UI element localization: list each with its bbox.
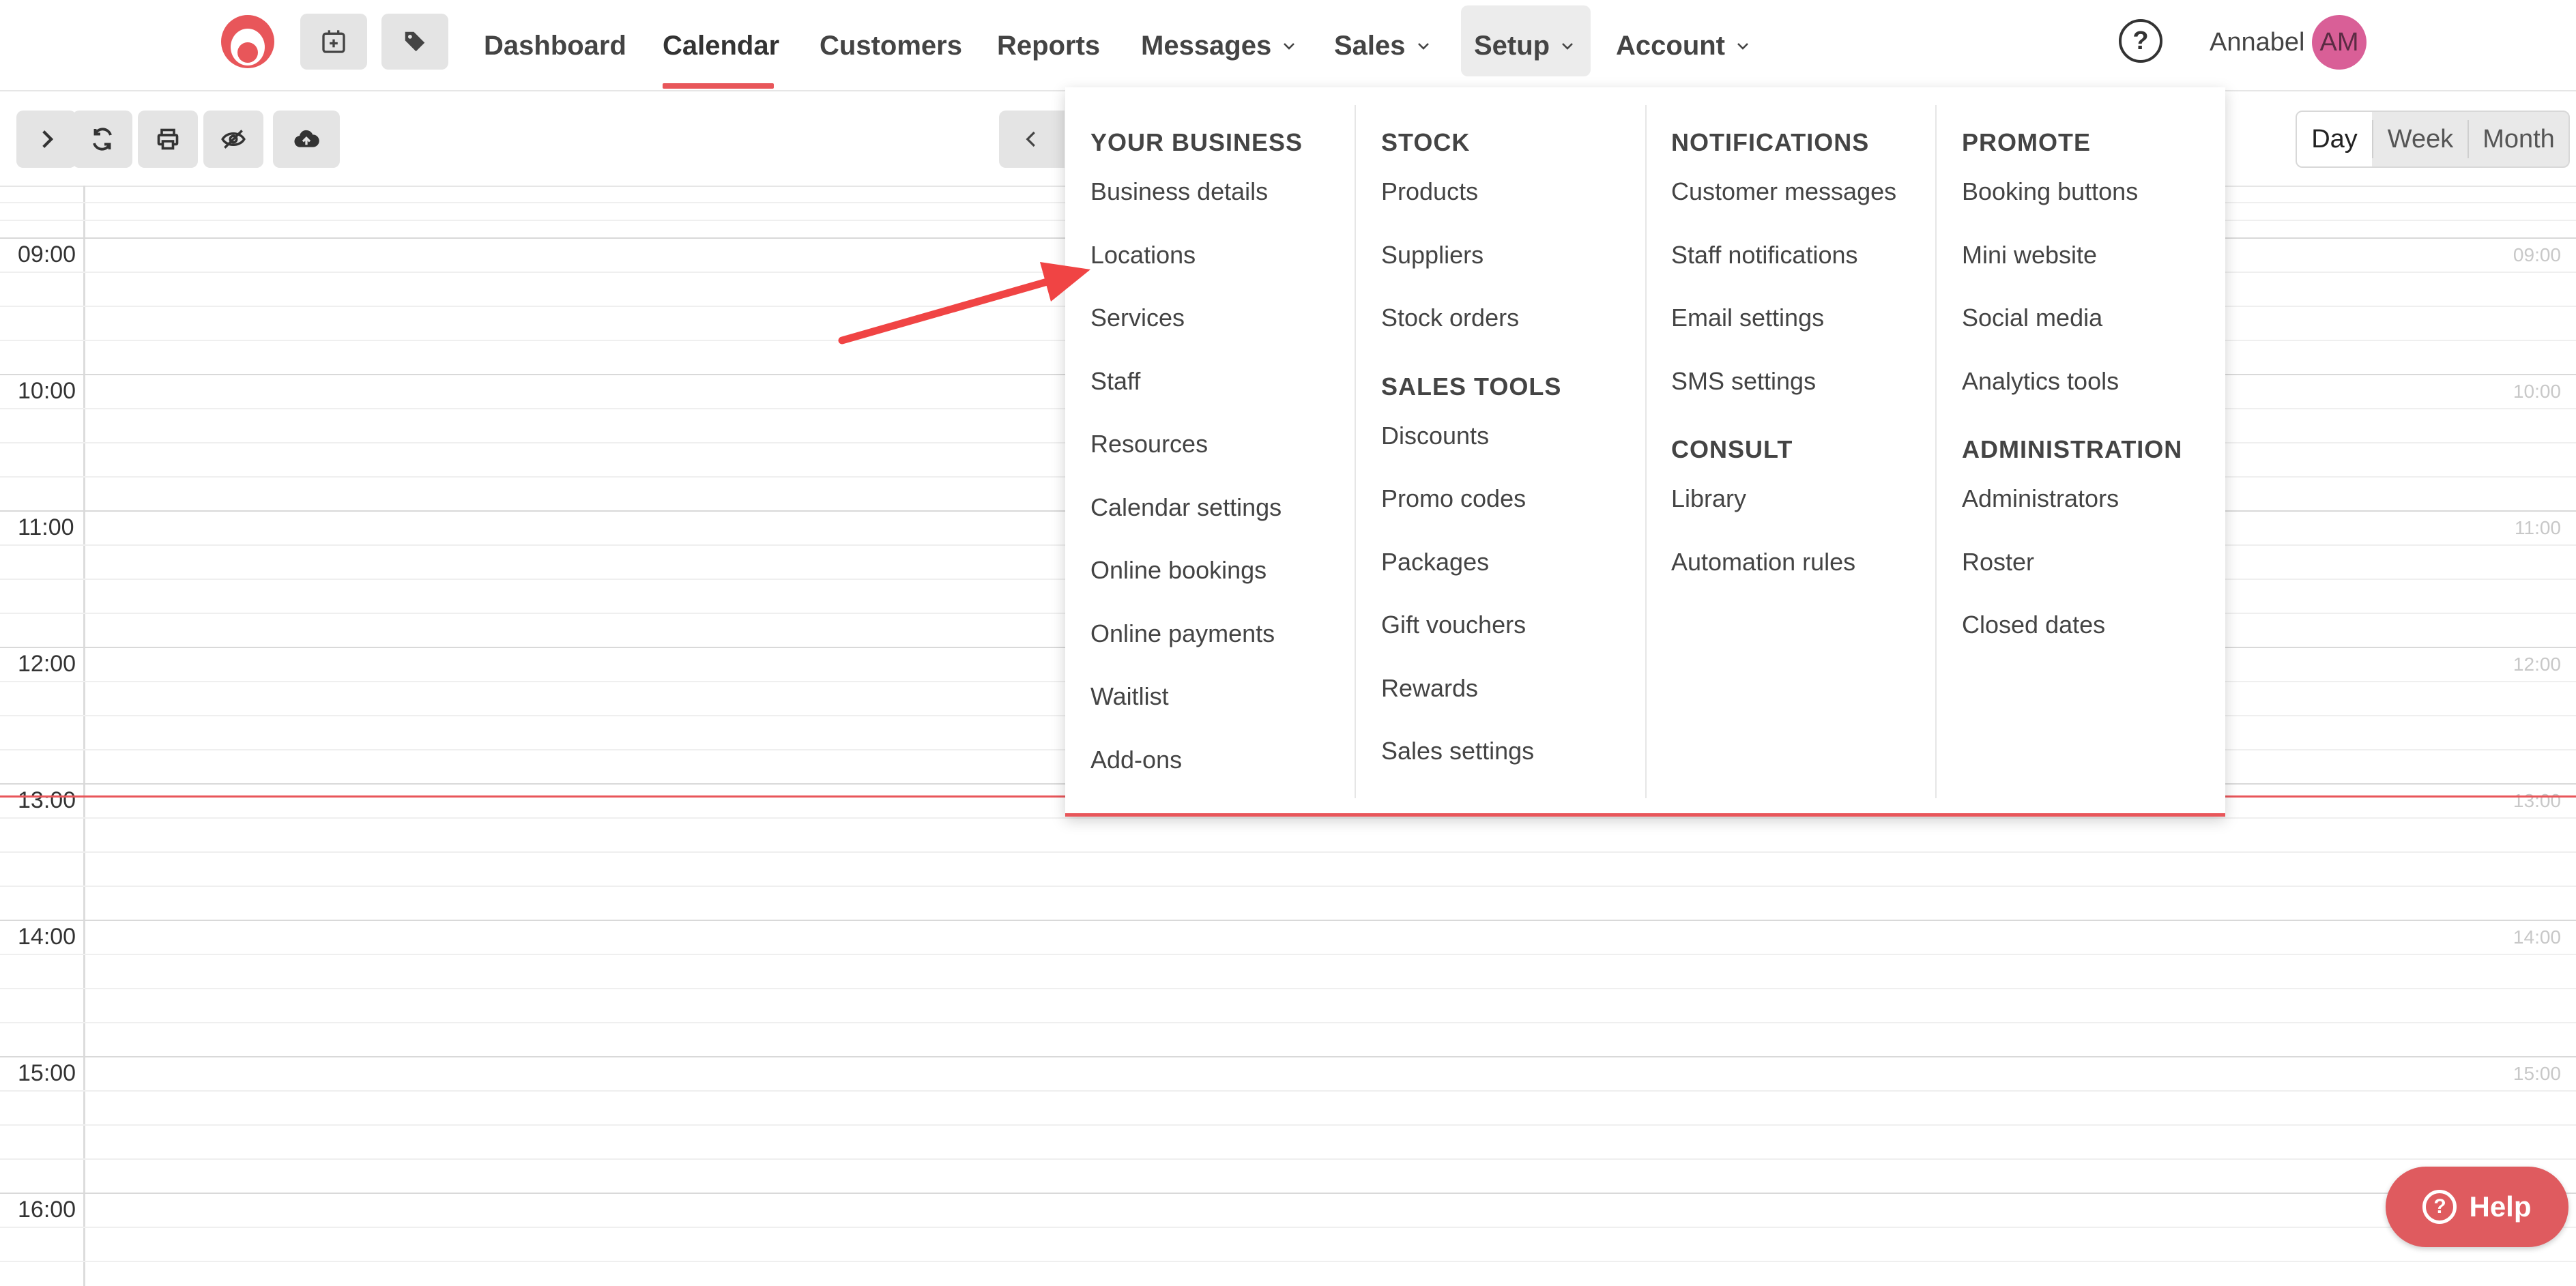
annotation-arrow-icon — [838, 262, 1090, 345]
help-button[interactable]: ? Help — [2386, 1167, 2568, 1247]
help-circle-icon: ? — [2422, 1190, 2457, 1224]
help-label: Help — [2469, 1190, 2532, 1223]
